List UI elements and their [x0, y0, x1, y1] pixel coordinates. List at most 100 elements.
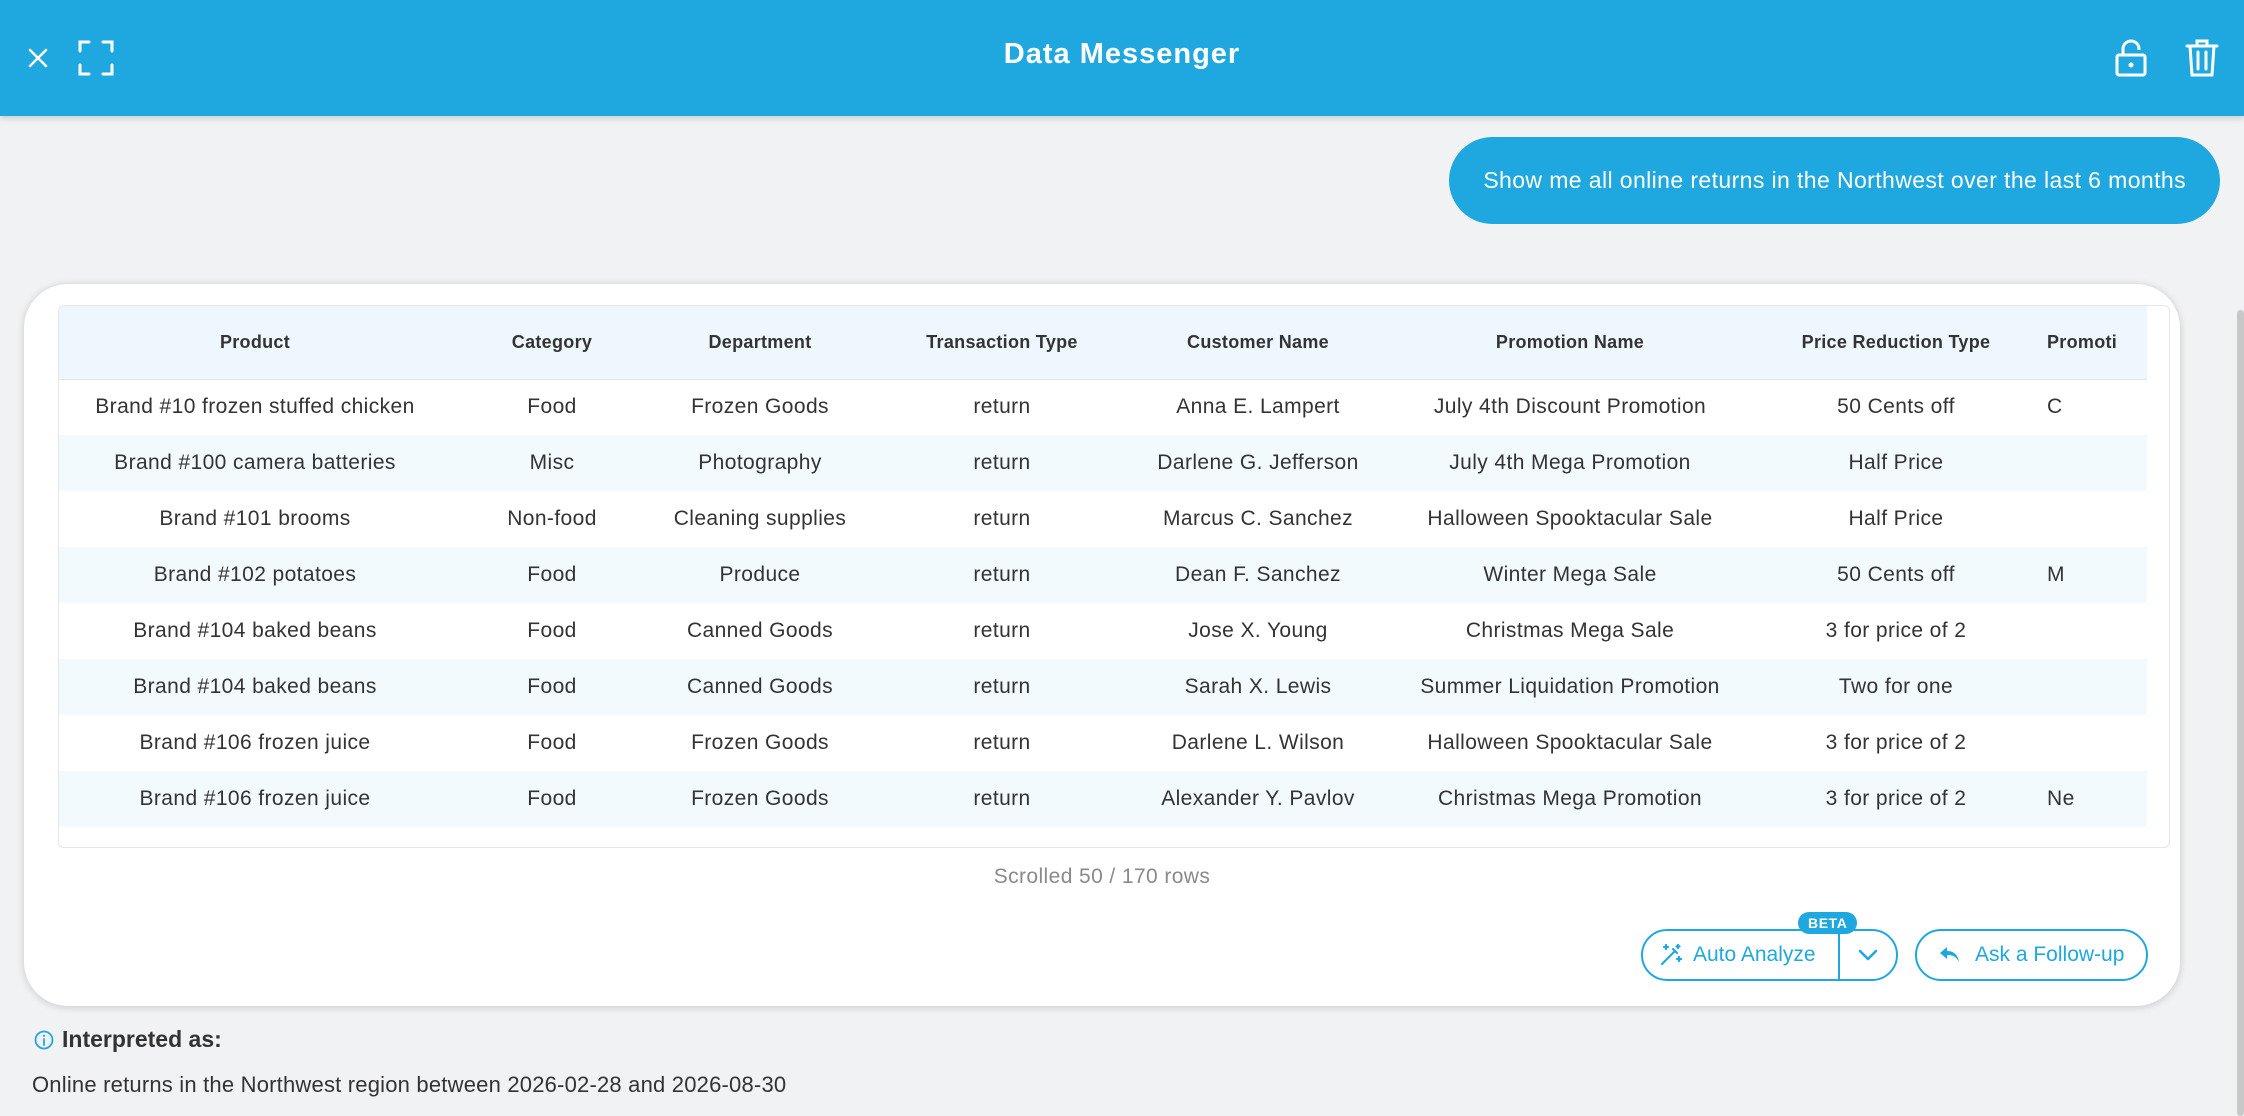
interpretation-title: Interpreted as:: [62, 1026, 222, 1052]
magic-wand-icon: [1659, 943, 1683, 967]
reply-arrow-icon: [1939, 945, 1961, 965]
cell-product: Brand #10 frozen stuffed chicken: [95, 395, 415, 419]
ask-follow-up-button[interactable]: Ask a Follow-up: [1915, 929, 2149, 981]
cell-promotion-name: July 4th Mega Promotion: [1449, 451, 1691, 474]
cell-department: Canned Goods: [686, 675, 834, 698]
response-card: Product Category Department Transaction …: [24, 284, 2180, 1006]
cell-category: Food: [527, 395, 577, 419]
cell-price-reduction-type: 50 Cents off: [1837, 395, 1955, 419]
cell-promotion-truncated: Ne: [2047, 787, 2075, 810]
cell-product: Brand #104 baked beans: [133, 619, 377, 642]
cell-customer-name: Sarah X. Lewis: [1184, 675, 1332, 698]
cell-promotion-name: Halloween Spooktacular Sale: [1427, 507, 1713, 530]
cell-customer-name: Dean F. Sanchez: [1175, 563, 1341, 586]
auto-analyze-button-group: Auto Analyze: [1641, 929, 1898, 981]
cell-customer-name: Darlene G. Jefferson: [1157, 451, 1359, 474]
cell-product: Brand #102 potatoes: [153, 563, 357, 586]
cell-price-reduction-type: 3 for price of 2: [1825, 731, 1967, 754]
page-scrollbar[interactable]: [2237, 310, 2244, 1116]
cell-product: Brand #100 camera batteries: [114, 451, 396, 474]
ask-follow-up-label: Ask a Follow-up: [1975, 943, 2125, 966]
cell-category: Food: [527, 619, 577, 642]
cell-promotion-truncated: M: [2047, 563, 2065, 586]
cell-promotion-truncated: [2031, 603, 2147, 659]
cell-category: Food: [527, 563, 577, 586]
cell-transaction-type: return: [973, 619, 1031, 642]
table-row: Brand #10 frozen stuffed chicken Food Fr…: [59, 379, 2147, 435]
column-header-category[interactable]: Category: [451, 306, 653, 380]
column-header-department[interactable]: Department: [653, 306, 867, 380]
chevron-down-icon: [1857, 948, 1879, 962]
cell-price-reduction-type: 3 for price of 2: [1825, 787, 1967, 810]
interpretation-heading: Interpreted as:: [34, 1026, 222, 1053]
cell-department: Produce: [719, 563, 801, 586]
cell-product: Brand #101 brooms: [159, 507, 351, 530]
cell-price-reduction-type: 3 for price of 2: [1825, 619, 1967, 642]
scroll-status-text: Scrolled 50 / 170 rows: [993, 865, 1211, 888]
cell-price-reduction-type: Half Price: [1848, 507, 1944, 530]
column-header-product[interactable]: Product: [59, 306, 451, 380]
data-table[interactable]: Product Category Department Transaction …: [58, 305, 2170, 848]
cell-customer-name: Anna E. Lampert: [1176, 395, 1340, 419]
table-header-row: Product Category Department Transaction …: [59, 306, 2147, 380]
info-icon[interactable]: [34, 1030, 54, 1050]
trash-icon[interactable]: [2178, 34, 2226, 82]
column-header-promotion-truncated[interactable]: Promoti: [2031, 306, 2147, 380]
cell-promotion-name: Winter Mega Sale: [1483, 563, 1657, 586]
auto-analyze-button[interactable]: Auto Analyze: [1643, 931, 1840, 979]
table-row: Brand #102 potatoes Food Produce return …: [59, 547, 2147, 603]
cell-department: Frozen Goods: [691, 731, 829, 754]
lock-icon[interactable]: [2107, 34, 2155, 82]
cell-department: Cleaning supplies: [673, 507, 847, 530]
auto-analyze-label: Auto Analyze: [1693, 943, 1816, 966]
cell-customer-name: Marcus C. Sanchez: [1162, 507, 1354, 530]
column-header-transaction-type[interactable]: Transaction Type: [867, 306, 1137, 380]
table-row: Brand #101 brooms Non-food Cleaning supp…: [59, 491, 2147, 547]
cell-promotion-truncated: [2031, 715, 2147, 771]
cell-promotion-name: Summer Liquidation Promotion: [1420, 675, 1720, 698]
cell-product: Brand #104 baked beans: [133, 675, 377, 698]
table-row: Brand #104 baked beans Food Canned Goods…: [59, 659, 2147, 715]
cell-promotion-name: July 4th Discount Promotion: [1433, 395, 1707, 419]
table-row: Brand #104 baked beans Food Canned Goods…: [59, 603, 2147, 659]
cell-category: Non-food: [507, 507, 597, 530]
cell-promotion-truncated: [2031, 491, 2147, 547]
cell-customer-name: Jose X. Young: [1188, 619, 1328, 642]
cell-transaction-type: return: [973, 787, 1031, 810]
cell-promotion-name: Christmas Mega Promotion: [1437, 787, 1703, 810]
cell-transaction-type: return: [973, 507, 1031, 530]
cell-price-reduction-type: 50 Cents off: [1837, 563, 1955, 586]
cell-customer-name: Alexander Y. Pavlov: [1161, 787, 1355, 810]
cell-transaction-type: return: [973, 395, 1031, 419]
cell-transaction-type: return: [973, 451, 1031, 474]
table-row: Brand #106 frozen juice Food Frozen Good…: [59, 715, 2147, 771]
cell-promotion-truncated: C: [2047, 395, 2063, 419]
auto-analyze-dropdown-toggle[interactable]: [1840, 931, 1896, 979]
cell-department: Canned Goods: [686, 619, 834, 642]
cell-promotion-name: Halloween Spooktacular Sale: [1427, 731, 1713, 754]
table-row: Brand #106 frozen juice Food Frozen Good…: [59, 771, 2147, 827]
cell-transaction-type: return: [973, 563, 1031, 586]
cell-product: Brand #106 frozen juice: [139, 731, 371, 754]
interpretation-text: Online returns in the Northwest region b…: [32, 1072, 787, 1097]
column-header-promotion-name[interactable]: Promotion Name: [1379, 306, 1761, 380]
cell-category: Food: [527, 787, 577, 810]
cell-product: Brand #106 frozen juice: [139, 787, 371, 810]
cell-transaction-type: return: [973, 731, 1031, 754]
page-title: Data Messenger: [1003, 38, 1241, 70]
user-query-bubble: Show me all online returns in the Northw…: [1449, 137, 2220, 224]
cell-promotion-name: Christmas Mega Sale: [1465, 619, 1675, 642]
cell-department: Frozen Goods: [691, 395, 829, 419]
table-row: Brand #100 camera batteries Misc Photogr…: [59, 435, 2147, 491]
column-header-price-reduction-type[interactable]: Price Reduction Type: [1761, 306, 2031, 380]
beta-badge: BETA: [1798, 912, 1858, 934]
column-header-customer-name[interactable]: Customer Name: [1137, 306, 1379, 380]
cell-department: Frozen Goods: [691, 787, 829, 810]
cell-category: Misc: [529, 451, 575, 474]
cell-promotion-truncated: [2031, 435, 2147, 491]
cell-customer-name: Darlene L. Wilson: [1171, 731, 1345, 754]
cell-category: Food: [527, 731, 577, 754]
cell-price-reduction-type: Half Price: [1848, 451, 1944, 474]
cell-category: Food: [527, 675, 577, 698]
cell-price-reduction-type: Two for one: [1838, 675, 1954, 698]
